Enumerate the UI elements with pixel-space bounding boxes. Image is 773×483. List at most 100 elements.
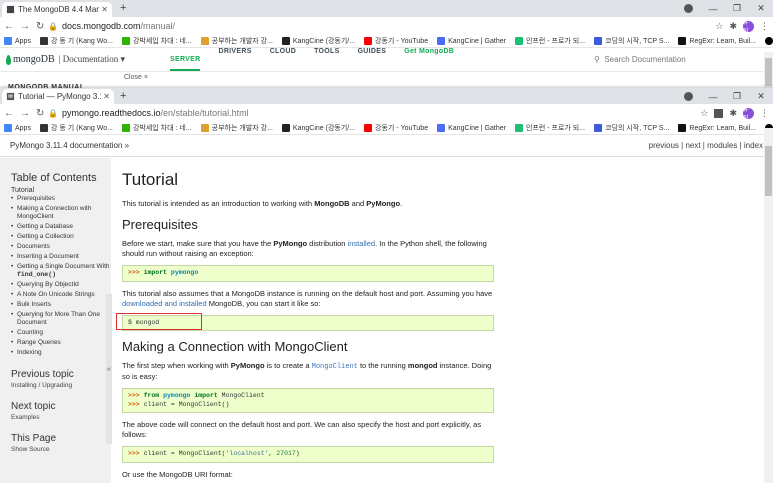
sidebar-collapse-button[interactable]: « [106,294,112,444]
bookmark-item[interactable]: 강동기 - YouTube [364,36,428,46]
toc-item[interactable]: Range Queries [11,339,111,347]
star-icon[interactable]: ☆ [700,108,708,119]
reload-icon[interactable]: ↻ [36,108,44,119]
bookmark-item[interactable]: Apps [4,37,31,45]
bookmark-item[interactable]: Apps [4,124,31,132]
nav-cloud[interactable]: CLOUD [270,48,296,71]
bookmark-icon [437,37,446,45]
get-mongodb-link[interactable]: Get MongoDB [404,48,454,71]
minimize-icon[interactable]: — [701,4,725,14]
close-icon[interactable]: ✕ [101,5,108,14]
toc-root-link[interactable]: Tutorial [11,187,111,194]
toc-item[interactable]: Getting a Collection [11,233,111,241]
bookmark-item[interactable]: 강동기 - YouTube [364,123,428,133]
toc-item[interactable]: Inserting a Document [11,253,111,261]
new-tab-icon[interactable]: + [120,90,126,103]
bookmark-item[interactable]: 생활코딩 [764,36,773,46]
mongoclient-link[interactable]: MongoClient [312,363,358,371]
bookmark-item[interactable]: 코딩의 시작, TCP S... [594,123,669,133]
bookmark-item[interactable]: 공부하는 개발자 강... [200,123,273,133]
downloaded-link[interactable]: downloaded and installed [122,299,207,308]
toc-item[interactable]: Querying for More Than One Document [11,311,111,327]
star-icon[interactable]: ☆ [715,21,723,32]
toc-item[interactable]: Indexing [11,349,111,357]
bookmark-item[interactable]: RegExr: Learn, Buil... [678,124,756,132]
breadcrumb[interactable]: PyMongo 3.11.4 documentation » [10,141,129,150]
toc-item[interactable]: Prerequisites [11,195,111,203]
extension-icon[interactable]: ✱ [729,21,737,32]
index-link[interactable]: index [744,141,763,150]
back-icon[interactable]: ← [4,21,14,32]
bookmark-item[interactable]: 강박세입 차대 : 네... [121,123,192,133]
nav-tools[interactable]: TOOLS [314,48,339,71]
next-link[interactable]: next [685,141,700,150]
minimize-icon[interactable]: — [701,92,725,102]
bookmark-item[interactable]: 인프런 - 프로가 되... [514,36,585,46]
menu-icon[interactable]: ⋮ [760,108,769,119]
toc-item[interactable]: Querying By ObjectId [11,281,111,289]
extension-icon[interactable] [714,108,724,118]
bookmark-item[interactable]: 강 동 기 (Kang Wo... [39,36,113,46]
bookmark-label: 강 동 기 (Kang Wo... [50,38,113,45]
nav-guides[interactable]: GUIDES [358,48,387,71]
back-icon[interactable]: ← [4,108,14,119]
tab-pymongo-tutorial[interactable]: Tutorial — PyMongo 3.11.4 doc ✕ [2,89,114,104]
tab-mongodb-manual[interactable]: The MongoDB 4.4 Manual — ! ✕ [2,2,112,17]
next-topic-link[interactable]: Examples [11,414,111,421]
close-bar[interactable]: Close × [0,72,773,83]
bookmark-item[interactable]: KangCine | Gather [437,37,506,45]
maximize-icon[interactable]: ❐ [725,3,749,14]
previous-link[interactable]: previous [649,141,679,150]
nav-drivers[interactable]: DRIVERS [218,48,251,71]
toc-item[interactable]: Getting a Database [11,223,111,231]
forward-icon[interactable]: → [20,108,30,119]
new-tab-icon[interactable]: + [120,2,126,15]
bookmark-icon [200,124,209,132]
avatar[interactable]: 유진 [743,107,754,122]
url-field[interactable]: 🔒 docs.mongodb.com/manual/ [48,21,175,31]
mongodb-logo[interactable]: mongoDB | Documentation ▾ [6,54,125,65]
bookmark-item[interactable]: 공부하는 개발자 강... [200,36,273,46]
bookmark-item[interactable]: 강박세입 차대 : 네... [121,36,192,46]
close-icon[interactable]: ✕ [103,92,110,101]
browser-window-background: The MongoDB 4.4 Manual — ! ✕ + — ❐ ✕ ← →… [0,0,773,92]
forward-icon[interactable]: → [20,21,30,32]
scrollbar-thumb[interactable] [765,58,772,86]
toc-item[interactable]: Bulk Inserts [11,301,111,309]
previous-topic-link[interactable]: Installing / Upgrading [11,382,111,389]
docs-label[interactable]: | Documentation ▾ [59,54,125,65]
menu-icon[interactable]: ⋮ [760,21,769,32]
installed-link[interactable]: installed [348,239,376,248]
nav-server[interactable]: SERVER [170,56,201,71]
window-controls-2: — ❐ ✕ [701,88,773,105]
avatar[interactable]: 유진 [743,20,754,35]
search-input[interactable]: ⚲ Search Documentation [594,55,686,64]
toc-item[interactable]: Counting [11,329,111,337]
bookmark-item[interactable]: RegExr: Learn, Buil... [678,37,756,45]
modules-link[interactable]: modules [707,141,737,150]
toc-item-find-one[interactable]: Getting a Single Document With find_one(… [11,263,111,279]
scrollbar-background[interactable] [764,52,773,88]
bookmark-item[interactable]: 코딩의 시작, TCP S... [594,36,669,46]
bookmark-item[interactable]: 강 동 기 (Kang Wo... [39,123,113,133]
bookmark-label: KangCine | Gather [448,124,506,132]
toc-item[interactable]: Documents [11,243,111,251]
url-field-2[interactable]: 🔒 pymongo.readthedocs.io/en/stable/tutor… [48,108,249,118]
close-window-icon[interactable]: ✕ [749,3,773,14]
maximize-icon[interactable]: ❐ [725,91,749,102]
bookmark-item[interactable]: 인프런 - 프로가 되... [514,123,585,133]
show-source-link[interactable]: Show Source [11,446,111,453]
url-path: /manual/ [140,21,176,31]
close-window-icon[interactable]: ✕ [749,91,773,102]
toc-item[interactable]: Making a Connection with MongoClient [11,205,111,221]
record-icon[interactable] [684,92,693,101]
chevron-left-icon: « [107,365,111,373]
bookmark-item[interactable]: KangCine | Gather [437,124,506,132]
record-icon[interactable] [684,4,693,13]
bookmark-item[interactable]: KangCine (강동기/... [281,36,355,46]
code-block-localhost: >>> client = MongoClient('localhost', 27… [122,446,494,463]
reload-icon[interactable]: ↻ [36,21,44,32]
bookmark-item[interactable]: KangCine (강동기/... [281,123,355,133]
toc-item[interactable]: A Note On Unicode Strings [11,291,111,299]
puzzle-icon[interactable]: ✱ [729,108,737,119]
